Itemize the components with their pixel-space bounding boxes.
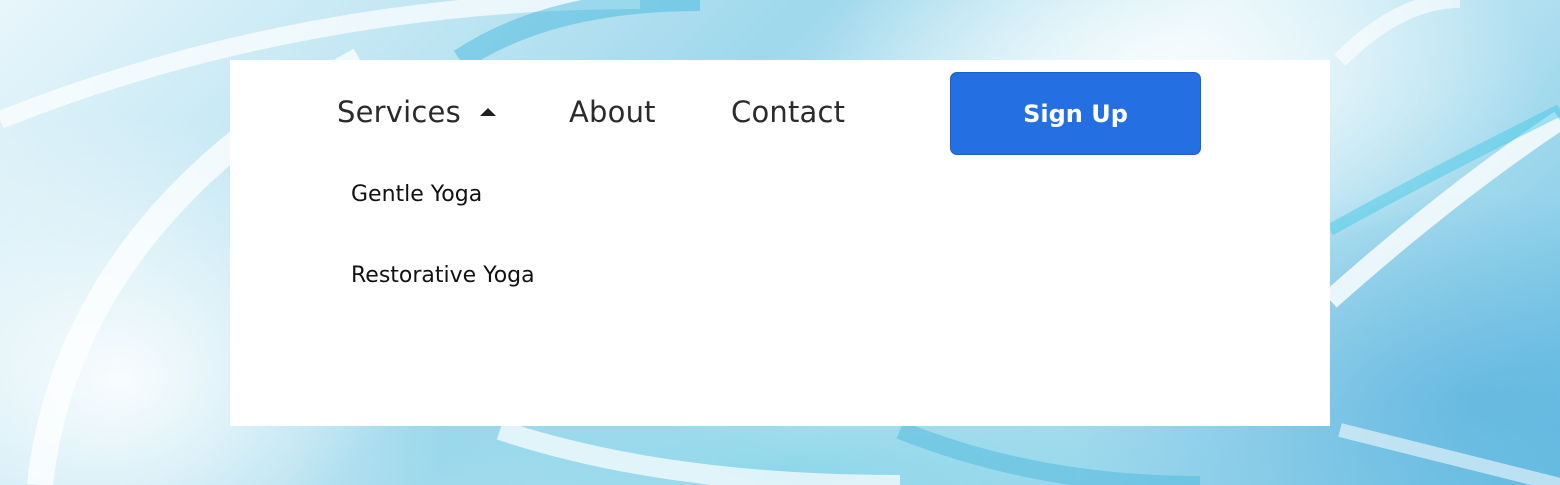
nav-item-services[interactable]: Services xyxy=(337,92,461,132)
nav-item-contact[interactable]: Contact xyxy=(731,92,845,132)
nav-item-about[interactable]: About xyxy=(569,92,656,132)
dropdown-item-restorative-yoga[interactable]: Restorative Yoga xyxy=(351,261,535,291)
caret-up-icon[interactable] xyxy=(480,108,496,116)
sign-up-button[interactable]: Sign Up xyxy=(950,72,1201,155)
dropdown-item-gentle-yoga[interactable]: Gentle Yoga xyxy=(351,180,482,210)
